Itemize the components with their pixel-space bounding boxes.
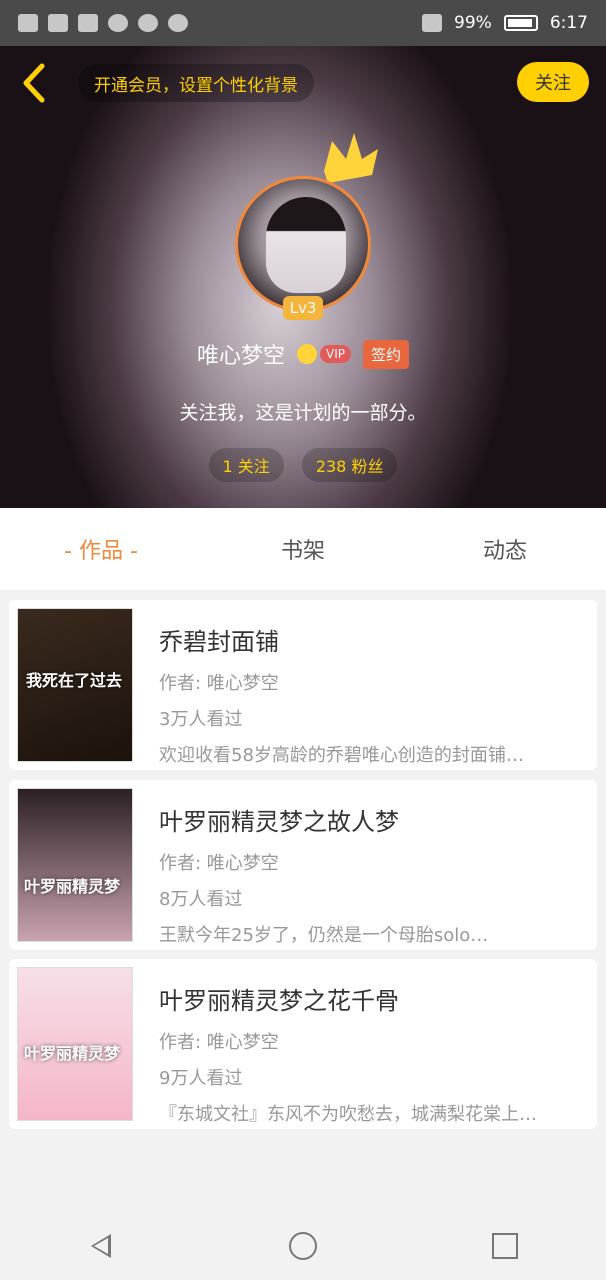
level-badge: Lv3 xyxy=(283,296,323,320)
profile-header: 开通会员，设置个性化背景 关注 Lv3 唯心梦空 VIP 签约 关注我，这是计划… xyxy=(0,46,606,508)
work-info: 叶罗丽精灵梦之故人梦 作者: 唯心梦空 8万人看过 王默今年25岁了，仍然是一个… xyxy=(159,802,581,947)
mute-icon xyxy=(422,14,443,32)
username: 唯心梦空 xyxy=(196,344,285,369)
chevron-left-icon xyxy=(23,63,45,103)
work-card[interactable]: 叶罗丽精灵梦 叶罗丽精灵梦之花千骨 作者: 唯心梦空 9万人看过 『东城文社』东… xyxy=(9,959,597,1129)
signed-badge: 签约 xyxy=(362,339,409,369)
battery-text: 99% xyxy=(454,13,492,33)
app-icon xyxy=(108,14,128,32)
follow-button[interactable]: 关注 xyxy=(517,62,589,102)
work-author: 作者: 唯心梦空 xyxy=(159,853,279,874)
work-title: 乔碧封面铺 xyxy=(159,628,279,656)
cover-text: 叶罗丽精灵梦 xyxy=(24,1044,121,1063)
profile-signature: 关注我，这是计划的一部分。 xyxy=(179,402,427,424)
notification-icon xyxy=(168,14,188,32)
avatar-image xyxy=(266,197,346,293)
status-icons-right: 99% 6:17 xyxy=(422,13,588,33)
work-description: 『东城文社』东风不为吹愁去，城满梨花棠上… xyxy=(159,1104,537,1125)
work-cover: 叶罗丽精灵梦 xyxy=(17,967,133,1121)
fans-count[interactable]: 238 粉丝 xyxy=(301,448,398,482)
profile-stats: 1 关注 238 粉丝 xyxy=(0,448,606,482)
work-card[interactable]: 我死在了过去 乔碧封面铺 作者: 唯心梦空 3万人看过 欢迎收看58岁高龄的乔碧… xyxy=(9,600,597,770)
wifi-icon xyxy=(48,14,68,32)
tab-activity[interactable]: 动态 xyxy=(404,533,606,565)
cloud-icon xyxy=(78,14,98,32)
work-views: 9万人看过 xyxy=(159,1068,243,1089)
battery-icon xyxy=(503,15,538,31)
work-description: 王默今年25岁了，仍然是一个母胎solo… xyxy=(159,925,489,946)
work-card[interactable]: 叶罗丽精灵梦 叶罗丽精灵梦之故人梦 作者: 唯心梦空 8万人看过 王默今年25岁… xyxy=(9,780,597,950)
cover-text: 叶罗丽精灵梦 xyxy=(24,877,121,896)
work-cover: 叶罗丽精灵梦 xyxy=(17,788,133,942)
work-title: 叶罗丽精灵梦之故人梦 xyxy=(159,808,399,836)
following-count[interactable]: 1 关注 xyxy=(208,448,284,482)
cover-text: 我死在了过去 xyxy=(26,671,123,690)
sync-icon xyxy=(138,14,158,32)
vip-icon xyxy=(297,344,317,364)
avatar[interactable] xyxy=(235,176,371,312)
member-background-button[interactable]: 开通会员，设置个性化背景 xyxy=(78,64,314,102)
profile-tabs: - 作品 - 书架 动态 xyxy=(0,508,606,590)
status-bar: 99% 6:17 xyxy=(0,0,606,46)
tab-bookshelf[interactable]: 书架 xyxy=(202,533,404,565)
nav-back-button[interactable] xyxy=(83,1228,119,1264)
square-recents-icon xyxy=(492,1233,518,1259)
work-description: 欢迎收看58岁高龄的乔碧唯心创造的封面铺… xyxy=(159,745,524,766)
work-title: 叶罗丽精灵梦之花千骨 xyxy=(159,987,399,1015)
system-nav-bar xyxy=(0,1212,606,1280)
name-row: 唯心梦空 VIP 签约 xyxy=(0,338,606,370)
nav-recents-button[interactable] xyxy=(487,1228,523,1264)
tab-works[interactable]: - 作品 - xyxy=(0,533,202,565)
work-views: 3万人看过 xyxy=(159,709,243,730)
work-views: 8万人看过 xyxy=(159,889,243,910)
time: 6:17 xyxy=(549,13,588,33)
triangle-back-icon xyxy=(91,1234,111,1258)
work-author: 作者: 唯心梦空 xyxy=(159,1032,279,1053)
work-author: 作者: 唯心梦空 xyxy=(159,673,279,694)
work-info: 乔碧封面铺 作者: 唯心梦空 3万人看过 欢迎收看58岁高龄的乔碧唯心创造的封面… xyxy=(159,622,581,767)
work-cover: 我死在了过去 xyxy=(17,608,133,762)
nav-home-button[interactable] xyxy=(285,1228,321,1264)
vip-badge: VIP xyxy=(297,344,351,364)
work-info: 叶罗丽精灵梦之花千骨 作者: 唯心梦空 9万人看过 『东城文社』东风不为吹愁去，… xyxy=(159,981,581,1126)
status-icons-left xyxy=(18,14,188,32)
vip-label: VIP xyxy=(320,345,351,363)
circle-home-icon xyxy=(289,1232,317,1260)
alert-icon xyxy=(18,14,38,32)
back-button[interactable] xyxy=(18,60,52,106)
